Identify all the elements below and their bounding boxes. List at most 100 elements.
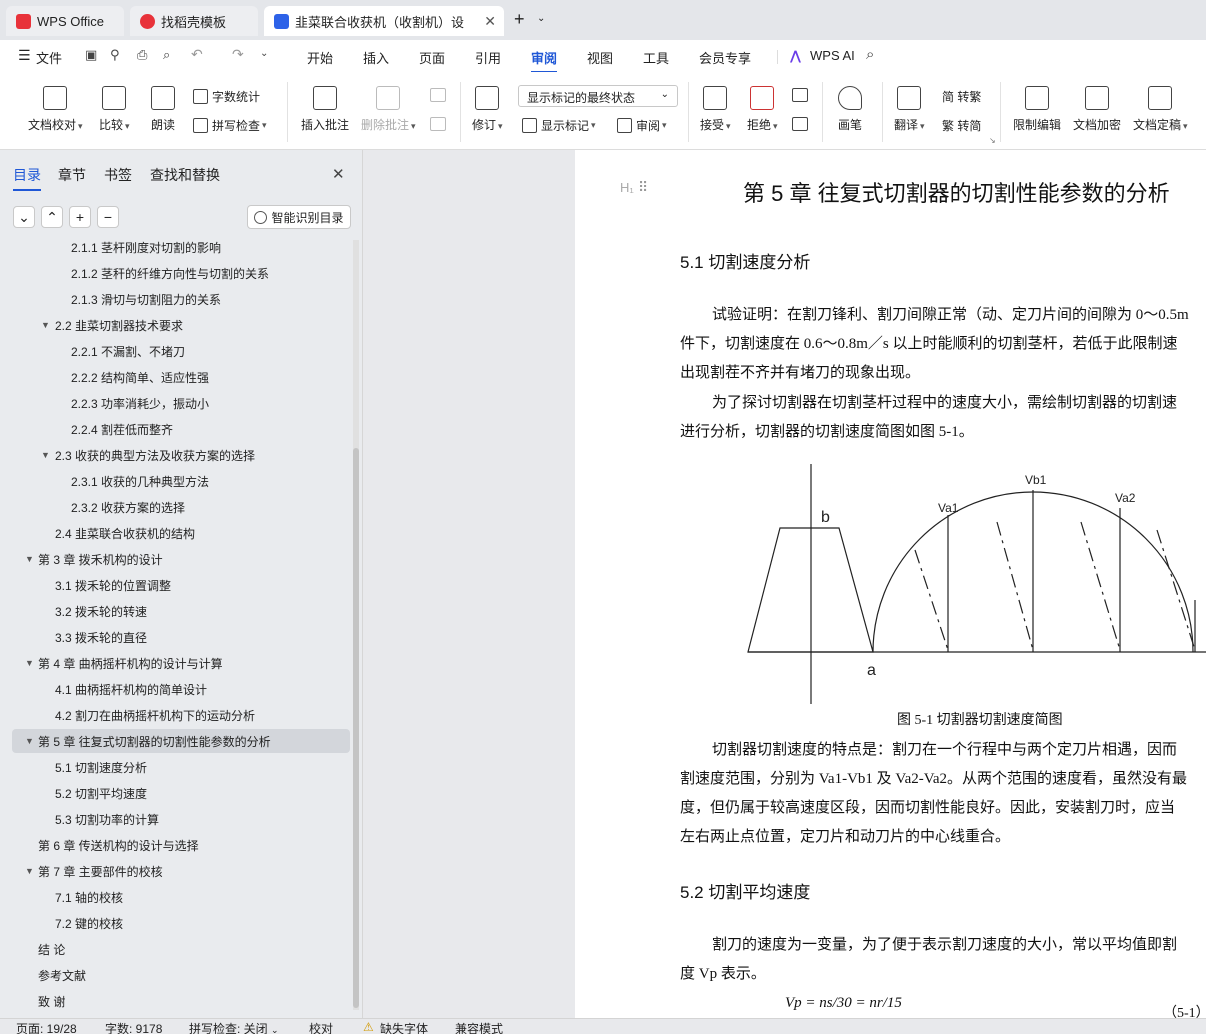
- next-change-icon[interactable]: [792, 117, 808, 131]
- remove-heading-icon[interactable]: −: [97, 206, 119, 228]
- toc-item[interactable]: 2.2.3 功率消耗少，振动小: [12, 391, 350, 415]
- panel-tab-sections[interactable]: 章节: [58, 165, 86, 185]
- redo-icon[interactable]: ↷: [232, 46, 244, 63]
- toc-item[interactable]: ▼ 2.2 韭菜切割器技术要求: [12, 313, 350, 337]
- more-chevron-icon[interactable]: ⌄: [260, 48, 268, 59]
- menu-tools[interactable]: 工具: [643, 48, 669, 67]
- close-panel-icon[interactable]: ✕: [332, 165, 345, 183]
- markup-state-select[interactable]: 显示标记的最终状态 ⌄: [518, 85, 678, 107]
- toc-item[interactable]: 2.3.2 收获方案的选择: [12, 495, 350, 519]
- menu-home[interactable]: 开始: [307, 48, 333, 67]
- tab-document[interactable]: 韭菜联合收获机（收割机）设 ✕: [264, 6, 504, 36]
- save-icon[interactable]: ▣: [85, 47, 97, 63]
- toc-expand-arrow-icon[interactable]: ▼: [25, 866, 34, 876]
- toc-item[interactable]: 7.2 键的校核: [12, 911, 350, 935]
- toc-item[interactable]: 2.1.3 滑切与切割阻力的关系: [12, 287, 350, 311]
- panel-tab-bookmarks[interactable]: 书签: [104, 165, 132, 185]
- to-simplified-button[interactable]: 繁 转简: [942, 117, 981, 134]
- translate-button[interactable]: 翻译 ▾: [894, 86, 925, 133]
- toc-item[interactable]: 3.3 拨禾轮的直径: [12, 625, 350, 649]
- drag-handle-icon[interactable]: ⠿: [638, 179, 648, 196]
- toc-expand-arrow-icon[interactable]: ▼: [41, 320, 50, 330]
- menu-wps-ai[interactable]: WPS AI: [810, 48, 855, 63]
- smart-toc-button[interactable]: 智能识别目录: [247, 205, 351, 229]
- word-count-indicator[interactable]: 字数: 9178: [105, 1020, 162, 1034]
- insert-comment-button[interactable]: 插入批注: [301, 86, 349, 133]
- delete-comment-button[interactable]: 删除批注 ▾: [361, 86, 416, 133]
- menu-reference[interactable]: 引用: [475, 48, 501, 67]
- toc-item[interactable]: 7.1 轴的校核: [12, 885, 350, 909]
- toc-item[interactable]: 5.3 切割功率的计算: [12, 807, 350, 831]
- doc-check-button[interactable]: 文档校对 ▾: [28, 86, 83, 133]
- spell-check-button[interactable]: 拼写检查 ▾: [193, 117, 267, 134]
- heading-marker[interactable]: H₁: [620, 180, 634, 195]
- file-menu[interactable]: 文件: [36, 48, 62, 67]
- panel-scrollbar-thumb[interactable]: [353, 448, 359, 1008]
- search-icon[interactable]: ⌕: [866, 46, 874, 63]
- toc-item[interactable]: 结 论: [12, 937, 350, 961]
- toc-item[interactable]: 5.2 切割平均速度: [12, 781, 350, 805]
- close-tab-icon[interactable]: ✕: [484, 13, 496, 30]
- hamburger-icon[interactable]: ☰: [18, 47, 31, 64]
- toc-item[interactable]: 2.2.1 不漏割、不堵刀: [12, 339, 350, 363]
- menu-review[interactable]: 审阅: [531, 48, 558, 73]
- tab-wps-office[interactable]: WPS Office: [6, 6, 124, 36]
- encrypt-button[interactable]: 文档加密: [1073, 86, 1121, 133]
- print-icon[interactable]: ⎙: [137, 47, 147, 63]
- menu-view[interactable]: 视图: [587, 48, 613, 67]
- prev-change-icon[interactable]: [792, 88, 808, 102]
- toc-item[interactable]: 3.1 拨禾轮的位置调整: [12, 573, 350, 597]
- toc-item[interactable]: 2.4 韭菜联合收获机的结构: [12, 521, 350, 545]
- spell-check-status[interactable]: 拼写检查: 关闭 ⌄: [189, 1020, 279, 1034]
- menu-page[interactable]: 页面: [419, 48, 445, 67]
- share-icon[interactable]: ⚲: [110, 47, 120, 63]
- show-markup-button[interactable]: 显示标记 ▾: [522, 117, 596, 134]
- toc-item[interactable]: 参考文献: [12, 963, 350, 987]
- panel-tab-toc[interactable]: 目录: [13, 165, 41, 191]
- toc-item[interactable]: ▼ 第 3 章 拨禾机构的设计: [12, 547, 350, 571]
- toc-item[interactable]: 4.2 割刀在曲柄摇杆机构下的运动分析: [12, 703, 350, 727]
- toc-item[interactable]: 第 6 章 传送机构的设计与选择: [12, 833, 350, 857]
- tab-list-chevron-icon[interactable]: ⌄: [537, 13, 545, 24]
- to-traditional-button[interactable]: 简 转繁: [942, 88, 981, 105]
- toc-item[interactable]: ▼ 第 5 章 往复式切割器的切割性能参数的分析: [12, 729, 350, 753]
- toc-expand-arrow-icon[interactable]: ▼: [25, 736, 34, 746]
- expand-up-icon[interactable]: ⌃: [41, 206, 63, 228]
- toc-expand-arrow-icon[interactable]: ▼: [41, 450, 50, 460]
- toc-item[interactable]: ▼ 第 7 章 主要部件的校核: [12, 859, 350, 883]
- toc-expand-arrow-icon[interactable]: ▼: [25, 554, 34, 564]
- document-page[interactable]: H₁ ⠿ 第 5 章 往复式切割器的切割性能参数的分析 5.1 切割速度分析 试…: [575, 150, 1206, 1018]
- toc-item[interactable]: 2.1.2 茎秆的纤维方向性与切割的关系: [12, 261, 350, 285]
- toc-item[interactable]: 2.2.2 结构简单、适应性强: [12, 365, 350, 389]
- toc-item[interactable]: 4.1 曲柄摇杆机构的简单设计: [12, 677, 350, 701]
- toc-item[interactable]: 2.1.1 茎杆刚度对切割的影响: [12, 235, 350, 259]
- menu-member[interactable]: 会员专享: [699, 48, 751, 67]
- new-tab-button[interactable]: +: [514, 9, 525, 30]
- toc-item[interactable]: ▼ 2.3 收获的典型方法及收获方案的选择: [12, 443, 350, 467]
- restrict-edit-button[interactable]: 限制编辑: [1013, 86, 1061, 133]
- panel-tab-find-replace[interactable]: 查找和替换: [150, 165, 220, 185]
- revise-button[interactable]: 修订 ▾: [472, 86, 503, 133]
- page-indicator[interactable]: 页面: 19/28: [16, 1020, 77, 1034]
- review-pane-button[interactable]: 审阅 ▾: [617, 117, 667, 134]
- toc-item[interactable]: 2.2.4 割茬低而整齐: [12, 417, 350, 441]
- finalize-button[interactable]: 文档定稿 ▾: [1133, 86, 1188, 133]
- menu-insert[interactable]: 插入: [363, 48, 389, 67]
- print-preview-icon[interactable]: ⌕: [163, 47, 170, 63]
- missing-font-status[interactable]: 缺失字体: [380, 1020, 428, 1034]
- toc-expand-arrow-icon[interactable]: ▼: [25, 658, 34, 668]
- toc-item[interactable]: ▼ 第 4 章 曲柄摇杆机构的设计与计算: [12, 651, 350, 675]
- toc-item[interactable]: 3.2 拨禾轮的转速: [12, 599, 350, 623]
- toc-item[interactable]: 5.1 切割速度分析: [12, 755, 350, 779]
- add-heading-icon[interactable]: +: [69, 206, 91, 228]
- prev-comment-icon[interactable]: [430, 88, 446, 102]
- toc-item[interactable]: 致 谢: [12, 989, 350, 1013]
- read-aloud-button[interactable]: 朗读: [151, 86, 175, 133]
- undo-icon[interactable]: ↶: [191, 46, 203, 63]
- accept-button[interactable]: 接受 ▾: [700, 86, 731, 133]
- next-comment-icon[interactable]: [430, 117, 446, 131]
- proofread-status[interactable]: 校对: [309, 1020, 333, 1034]
- collapse-icon[interactable]: ⌄: [13, 206, 35, 228]
- compare-button[interactable]: 比较 ▾: [99, 86, 130, 133]
- dialog-launcher-icon[interactable]: ↘: [989, 136, 996, 145]
